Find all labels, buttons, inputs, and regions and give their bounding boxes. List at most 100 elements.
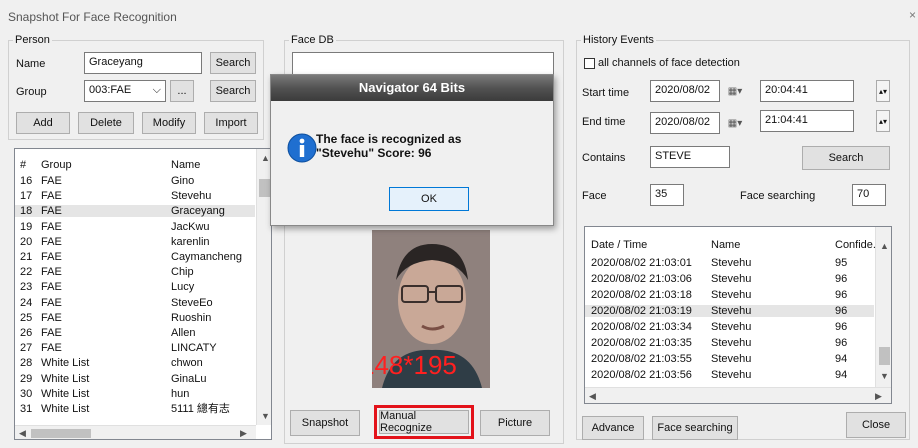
group-select-value: 003:FAE: [89, 84, 132, 96]
calendar-icon[interactable]: ▦▾: [724, 112, 746, 134]
history-list[interactable]: Date / Time Name Confide. 2020/08/02 21:…: [584, 226, 892, 404]
history-row-confidence: 96: [835, 337, 848, 349]
scroll-right-icon[interactable]: ▶: [875, 391, 882, 402]
person-row-number: 29: [20, 372, 33, 385]
picture-button[interactable]: Picture: [480, 410, 550, 436]
history-row-name: Stevehu: [711, 369, 752, 381]
person-row-name: hun: [171, 387, 190, 400]
person-row[interactable]: 22 FAE Chip: [15, 266, 255, 278]
person-row[interactable]: 24 FAE SteveEo: [15, 297, 255, 309]
end-time-input[interactable]: 21:04:41: [760, 110, 854, 132]
end-date-input[interactable]: 2020/08/02: [650, 112, 720, 134]
person-col-name[interactable]: Name: [171, 159, 200, 171]
scroll-up-icon[interactable]: ▲: [880, 241, 889, 251]
person-row[interactable]: 30 White List hun: [15, 388, 255, 400]
history-search-button[interactable]: Search: [802, 146, 890, 170]
history-row[interactable]: 2020/08/02 21:03:19 Stevehu 96: [585, 305, 874, 317]
history-hscrollbar[interactable]: ◀ ▶: [585, 387, 891, 403]
close-button[interactable]: Close: [846, 412, 906, 438]
history-row[interactable]: 2020/08/02 21:03:01 Stevehu 95: [585, 257, 874, 269]
person-row-group: White List: [41, 357, 90, 370]
history-col-datetime[interactable]: Date / Time: [591, 239, 647, 251]
person-row[interactable]: 23 FAE Lucy: [15, 281, 255, 293]
history-row[interactable]: 2020/08/02 21:03:56 Stevehu 94: [585, 369, 874, 381]
person-row[interactable]: 16 FAE Gino: [15, 175, 255, 187]
person-col-group[interactable]: Group: [41, 159, 72, 171]
window-title: Snapshot For Face Recognition: [8, 10, 177, 24]
dialog-ok-button[interactable]: OK: [389, 187, 469, 211]
face-threshold-input[interactable]: 35: [650, 184, 684, 206]
person-row-number: 16: [20, 175, 33, 187]
person-row-number: 23: [20, 281, 33, 294]
start-date-input[interactable]: 2020/08/02: [650, 80, 720, 102]
scroll-right-icon[interactable]: ▶: [240, 428, 247, 439]
person-row[interactable]: 29 White List GinaLu: [15, 373, 255, 385]
history-row-confidence: 96: [835, 273, 848, 285]
person-row-group: FAE: [41, 342, 62, 355]
history-row[interactable]: 2020/08/02 21:03:34 Stevehu 96: [585, 321, 874, 333]
person-row-group: FAE: [41, 205, 62, 218]
scroll-left-icon[interactable]: ◀: [589, 391, 596, 402]
person-row-number: 21: [20, 251, 33, 263]
facedb-path-input[interactable]: [292, 52, 554, 76]
person-row-name: Caymancheng: [171, 251, 242, 263]
person-row[interactable]: 28 White List chwon: [15, 357, 255, 369]
person-row[interactable]: 27 FAE LINCATY: [15, 342, 255, 354]
person-row[interactable]: 18 FAE Graceyang: [15, 205, 255, 218]
face-searching-label: Face searching: [740, 190, 816, 202]
contains-input[interactable]: STEVE: [650, 146, 730, 168]
person-row[interactable]: 25 FAE Ruoshin: [15, 312, 255, 324]
delete-button[interactable]: Delete: [78, 112, 134, 134]
person-row[interactable]: 20 FAE karenlin: [15, 236, 255, 248]
info-icon: [287, 133, 317, 163]
group-select[interactable]: 003:FAE ⌵: [84, 80, 166, 102]
manual-recognize-button[interactable]: Manual Recognize: [379, 410, 469, 434]
history-col-confidence[interactable]: Confide.: [835, 239, 876, 251]
calendar-icon[interactable]: ▦▾: [724, 80, 746, 102]
advance-button[interactable]: Advance: [582, 416, 644, 440]
person-row[interactable]: 31 White List 5111 總有志: [15, 403, 255, 415]
person-col-number[interactable]: #: [20, 159, 26, 171]
window-close-button[interactable]: ×: [909, 8, 916, 22]
history-row[interactable]: 2020/08/02 21:03:55 Stevehu 94: [585, 353, 874, 365]
person-row-number: 28: [20, 357, 33, 370]
history-vscrollbar[interactable]: ▲ ▼: [875, 227, 891, 387]
history-row[interactable]: 2020/08/02 21:03:06 Stevehu 96: [585, 273, 874, 285]
name-label: Name: [16, 58, 46, 70]
person-hscrollbar[interactable]: ◀ ▶: [15, 425, 256, 439]
modify-button[interactable]: Modify: [142, 112, 196, 134]
group-browse-button[interactable]: ...: [170, 80, 194, 102]
person-hscroll-thumb[interactable]: [31, 429, 91, 438]
person-row-name: LINCATY: [171, 342, 217, 355]
history-row[interactable]: 2020/08/02 21:03:35 Stevehu 96: [585, 337, 874, 349]
add-button[interactable]: Add: [16, 112, 70, 134]
person-row-number: 31: [20, 403, 33, 415]
face-searching-input[interactable]: 70: [852, 184, 886, 206]
scroll-down-icon[interactable]: ▼: [880, 371, 889, 381]
person-row[interactable]: 17 FAE Stevehu: [15, 190, 255, 202]
history-row-name: Stevehu: [711, 273, 752, 285]
scroll-up-icon[interactable]: ▲: [261, 153, 270, 163]
person-row[interactable]: 26 FAE Allen: [15, 327, 255, 339]
face-searching-button[interactable]: Face searching: [652, 416, 738, 440]
person-list[interactable]: # Group Name 16 FAE Gino 17 FAE Stevehu 18 FAE G…: [14, 148, 272, 440]
person-search-button[interactable]: Search: [210, 52, 256, 74]
snapshot-button[interactable]: Snapshot: [290, 410, 360, 436]
start-time-spinner[interactable]: ▴▾: [876, 80, 890, 102]
person-row-group: White List: [41, 387, 90, 400]
person-row-group: White List: [41, 403, 90, 415]
group-search-button[interactable]: Search: [210, 80, 256, 102]
history-row-datetime: 2020/08/02 21:03:35: [591, 337, 692, 349]
history-row[interactable]: 2020/08/02 21:03:18 Stevehu 96: [585, 289, 874, 301]
import-button[interactable]: Import: [204, 112, 258, 134]
start-time-input[interactable]: 20:04:41: [760, 80, 854, 102]
name-input[interactable]: Graceyang: [84, 52, 202, 74]
all-channels-checkbox[interactable]: [584, 58, 595, 69]
history-col-name[interactable]: Name: [711, 239, 740, 251]
scroll-down-icon[interactable]: ▼: [261, 411, 270, 421]
history-scroll-thumb[interactable]: [879, 347, 890, 365]
scroll-left-icon[interactable]: ◀: [19, 428, 26, 439]
end-time-spinner[interactable]: ▴▾: [876, 110, 890, 132]
person-row[interactable]: 21 FAE Caymancheng: [15, 251, 255, 263]
person-row[interactable]: 19 FAE JacKwu: [15, 221, 255, 233]
